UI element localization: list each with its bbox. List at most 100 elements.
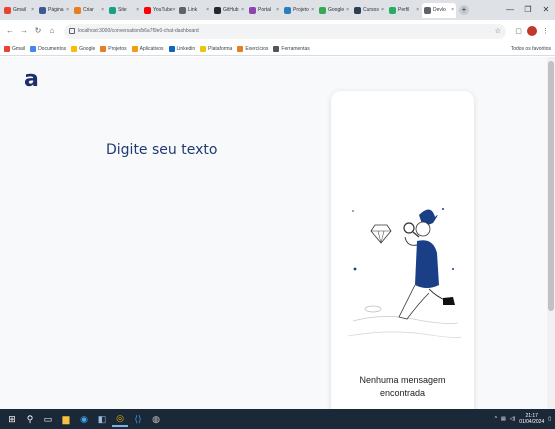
- browser-tab[interactable]: Página ×: [37, 3, 71, 18]
- file-explorer-icon[interactable]: ▆: [58, 411, 74, 427]
- messages-panel: Nenhuma mensagem encontrada: [331, 91, 474, 409]
- windows-start-icon[interactable]: ⊞: [4, 411, 20, 427]
- new-tab-button[interactable]: +: [459, 5, 469, 15]
- tab-favicon-icon: [144, 6, 151, 14]
- bookmark-item[interactable]: Projetos: [100, 45, 127, 52]
- browser-tab[interactable]: GitHub ×: [212, 3, 246, 18]
- windows-taskbar: ⊞ ⚲ ▭ ▆ ◉ ◧ ◎ ⟨⟩ ◍ ^ ▤ ◁) 21:17 01/04/20…: [0, 409, 555, 429]
- chrome-icon[interactable]: ◎: [112, 411, 128, 427]
- tab-favicon-icon: [74, 6, 81, 14]
- all-bookmarks-link[interactable]: Todos os favoritos: [511, 46, 551, 52]
- bookmark-label: Exercícios: [245, 45, 269, 52]
- prompt-heading: Digite seu texto: [106, 142, 218, 158]
- tab-label: GitHub: [223, 7, 239, 13]
- tab-close-icon[interactable]: ×: [311, 7, 314, 13]
- tab-close-icon[interactable]: ×: [206, 7, 209, 13]
- tab-close-icon[interactable]: ×: [136, 7, 139, 13]
- bookmark-favicon-icon: [100, 45, 107, 52]
- home-icon[interactable]: ⌂: [46, 25, 58, 37]
- back-icon[interactable]: ←: [4, 25, 16, 37]
- bookmarks-bar: Gmail Documentos Google Projetos Aplicativos…: [0, 42, 555, 56]
- browser-tab[interactable]: Cursos ×: [352, 3, 386, 18]
- app-icon[interactable]: ◍: [148, 411, 164, 427]
- search-icon[interactable]: ⚲: [22, 411, 38, 427]
- tab-close-icon[interactable]: ×: [241, 7, 244, 13]
- tab-label: Devlo: [433, 7, 446, 13]
- menu-icon[interactable]: ⋮: [540, 26, 551, 37]
- empty-state-message: Nenhuma mensagem encontrada: [331, 374, 474, 400]
- tab-close-icon[interactable]: ×: [346, 7, 349, 13]
- browser-tab[interactable]: Projeto ×: [282, 3, 316, 18]
- bookmark-star-icon[interactable]: ☆: [495, 27, 501, 35]
- bookmark-item[interactable]: Aplicativos: [131, 45, 164, 52]
- extensions-icon[interactable]: ▢: [513, 26, 524, 37]
- browser-tab[interactable]: Devlo ×: [422, 2, 456, 18]
- tab-close-icon[interactable]: ×: [276, 7, 279, 13]
- store-icon[interactable]: ◧: [94, 411, 110, 427]
- bookmark-label: Linkedin: [176, 45, 196, 52]
- bookmark-label: Ferramentas: [281, 45, 310, 52]
- tab-label: Projeto: [293, 7, 309, 13]
- system-tray: ^ ▤ ◁) 21:17 01/04/2024 ▯: [491, 413, 555, 425]
- bookmark-favicon-icon: [30, 45, 37, 52]
- tray-chevron-icon[interactable]: ^: [495, 416, 497, 422]
- tab-favicon-icon: [109, 6, 116, 14]
- bookmark-favicon-icon: [4, 45, 10, 52]
- tab-favicon-icon: [39, 6, 46, 14]
- tab-label: Link: [188, 7, 198, 13]
- browser-tab[interactable]: Perfil ×: [387, 3, 421, 18]
- tab-close-icon[interactable]: ×: [381, 7, 384, 13]
- app-logo[interactable]: a: [24, 67, 39, 92]
- tab-label: Site: [118, 7, 127, 13]
- scrollbar-thumb[interactable]: [548, 61, 554, 311]
- reload-icon[interactable]: ↻: [32, 25, 44, 37]
- browser-tab[interactable]: Gmail ×: [2, 3, 36, 18]
- tab-close-icon[interactable]: ×: [66, 7, 69, 13]
- browser-tab[interactable]: YouTube ×: [142, 3, 176, 18]
- browser-window: Gmail × Página × Criar × Site × YouTube × Link × Git…: [0, 0, 555, 409]
- tab-favicon-icon: [389, 6, 396, 14]
- bookmark-label: Plataforma: [208, 45, 233, 52]
- bookmark-item[interactable]: Ferramentas: [273, 45, 310, 52]
- page-scrollbar[interactable]: [547, 57, 555, 409]
- browser-tab[interactable]: Link ×: [177, 3, 211, 18]
- tab-favicon-icon: [214, 6, 221, 14]
- clock[interactable]: 21:17 01/04/2024: [519, 413, 544, 425]
- tab-close-icon[interactable]: ×: [101, 7, 104, 13]
- bookmark-label: Gmail: [12, 45, 26, 52]
- site-info-icon[interactable]: [69, 28, 75, 34]
- bookmark-item[interactable]: Linkedin: [168, 45, 196, 52]
- browser-tab[interactable]: Criar ×: [72, 3, 106, 18]
- bookmark-item[interactable]: Plataforma: [200, 45, 233, 52]
- notifications-icon[interactable]: ▯: [548, 416, 551, 422]
- bookmark-favicon-icon: [168, 45, 175, 52]
- tab-close-icon[interactable]: ×: [451, 7, 454, 13]
- tab-favicon-icon: [284, 6, 291, 14]
- bookmark-favicon-icon: [200, 45, 207, 52]
- bookmark-item[interactable]: Documentos: [30, 45, 66, 52]
- volume-icon[interactable]: ◁): [510, 416, 516, 422]
- maximize-icon[interactable]: ❐: [519, 0, 537, 20]
- tab-close-icon[interactable]: ×: [416, 7, 419, 13]
- bookmark-item[interactable]: Exercícios: [237, 45, 269, 52]
- forward-icon[interactable]: →: [18, 25, 30, 37]
- bookmark-item[interactable]: Google: [71, 45, 95, 52]
- web-page: a Digite seu texto Nenhuma mensagem enco…: [0, 57, 547, 409]
- close-window-icon[interactable]: ✕: [537, 0, 555, 20]
- bookmark-item[interactable]: Gmail: [4, 45, 26, 52]
- tab-close-icon[interactable]: ×: [31, 7, 34, 13]
- browser-tab[interactable]: Google ×: [317, 3, 351, 18]
- browser-tab[interactable]: Site ×: [107, 3, 141, 18]
- tab-close-icon[interactable]: ×: [173, 7, 176, 13]
- tab-label: Perfil: [398, 7, 410, 13]
- network-icon[interactable]: ▤: [501, 416, 506, 422]
- vscode-icon[interactable]: ⟨⟩: [130, 411, 146, 427]
- address-bar[interactable]: localhost:3000/conversation/b6a7f9e0-cha…: [64, 23, 506, 39]
- browser-tab[interactable]: Portal ×: [247, 3, 281, 18]
- tab-label: Página: [48, 7, 64, 13]
- profile-avatar[interactable]: [527, 26, 537, 36]
- minimize-icon[interactable]: —: [501, 0, 519, 20]
- task-view-icon[interactable]: ▭: [40, 411, 56, 427]
- bookmark-label: Aplicativos: [139, 45, 164, 52]
- edge-icon[interactable]: ◉: [76, 411, 92, 427]
